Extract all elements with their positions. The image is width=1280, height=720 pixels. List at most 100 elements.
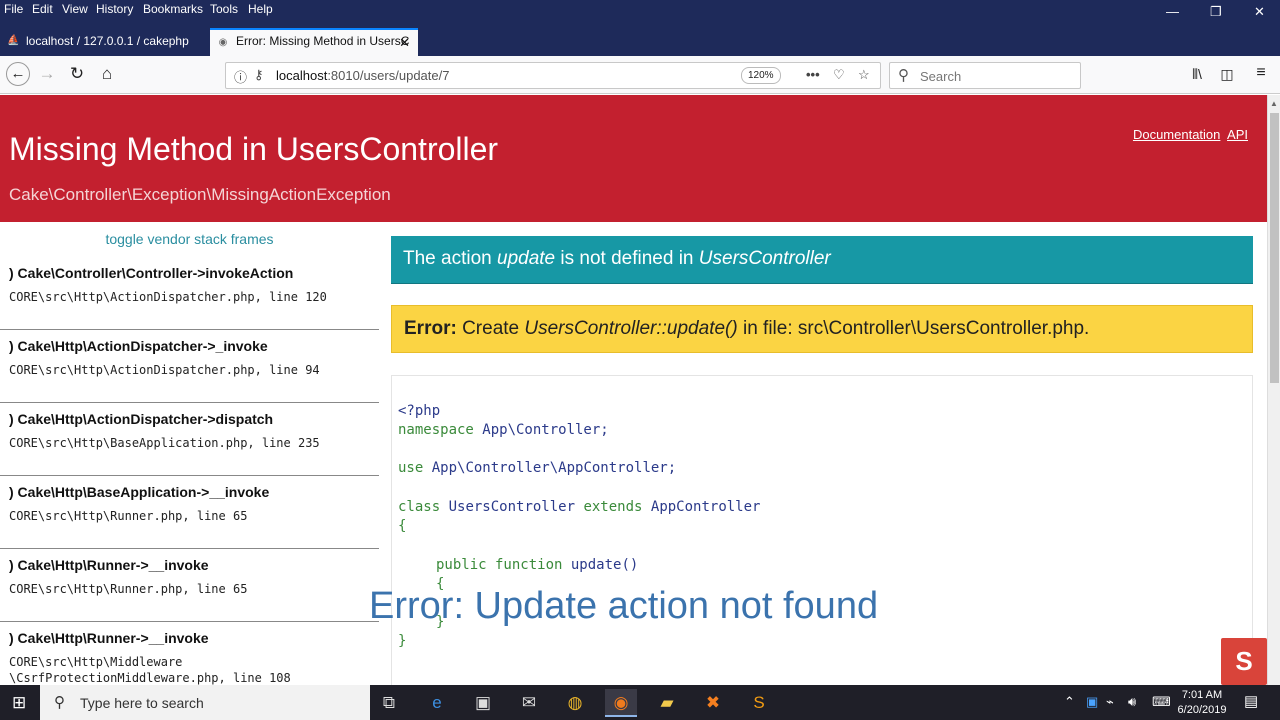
url-text[interactable]: localhost:8010/users/update/7 bbox=[276, 68, 449, 83]
sublime-text-icon[interactable]: S bbox=[743, 689, 775, 717]
firefox-icon[interactable]: ◉ bbox=[605, 689, 637, 717]
frame-file: CORE\src\Http\BaseApplication.php, line … bbox=[9, 436, 320, 450]
search-icon: ⚲ bbox=[898, 67, 909, 84]
volume-icon[interactable]: 🔊︎ bbox=[1128, 694, 1136, 710]
frame-function: ) Cake\Http\BaseApplication->__invoke bbox=[9, 484, 270, 500]
url-bar[interactable]: ⓘ ⚷ localhost:8010/users/update/7 120% •… bbox=[225, 62, 881, 89]
taskbar-search[interactable]: ⚲ Type here to search bbox=[40, 685, 370, 720]
windows-start-icon[interactable]: ⊞ bbox=[12, 693, 26, 713]
frame-file: CORE\src\Http\ActionDispatcher.php, line… bbox=[9, 290, 327, 304]
forward-arrow-icon[interactable]: → bbox=[36, 64, 58, 84]
action-name: update bbox=[497, 248, 556, 269]
frame-function: ) Cake\Http\Runner->__invoke bbox=[9, 557, 209, 573]
notifications-icon[interactable]: ▤ bbox=[1244, 692, 1258, 710]
tab-close-icon[interactable]: ✕ bbox=[399, 35, 410, 51]
xampp-icon[interactable]: ✖ bbox=[697, 689, 729, 717]
clock[interactable]: 7:01 AM 6/20/2019 bbox=[1172, 688, 1232, 718]
scrollbar-thumb[interactable] bbox=[1270, 113, 1279, 383]
documentation-link[interactable]: Documentation bbox=[1133, 127, 1220, 142]
navigation-toolbar: ← → ↻ ⌂ ⓘ ⚷ localhost:8010/users/update/… bbox=[0, 56, 1280, 94]
clock-date: 6/20/2019 bbox=[1177, 704, 1227, 716]
sidebar-icon[interactable]: ◫ bbox=[1216, 66, 1238, 83]
stack-frame[interactable]: ) Cake\Http\Runner->__invoke CORE\src\Ht… bbox=[0, 549, 379, 622]
search-box[interactable]: ⚲ Search bbox=[889, 62, 1081, 89]
reload-icon[interactable]: ↻ bbox=[66, 64, 88, 84]
store-icon[interactable]: ▣ bbox=[467, 689, 499, 717]
task-view-icon[interactable]: ⧉ bbox=[373, 689, 405, 717]
file-explorer-icon[interactable]: ▰ bbox=[651, 689, 683, 717]
error-label: Error: bbox=[404, 318, 457, 339]
zoom-level-badge[interactable]: 120% bbox=[741, 67, 781, 84]
phpmyadmin-icon: ⛵ bbox=[7, 35, 20, 46]
frame-file: CORE\src\Http\Runner.php, line 65 bbox=[9, 509, 248, 523]
windows-taskbar: ⊞ ⚲ Type here to search ⧉ e ▣ ✉ ◍ ◉ ▰ ✖ … bbox=[0, 685, 1280, 720]
keyboard-icon[interactable]: ⌨ bbox=[1152, 694, 1171, 710]
clock-time: 7:01 AM bbox=[1181, 689, 1223, 701]
video-caption: Error: Update action not found bbox=[369, 585, 879, 627]
error-hint-message: Error: Create UsersController::update() … bbox=[391, 305, 1253, 353]
error-header: Missing Method in UsersController Cake\C… bbox=[0, 95, 1267, 222]
menu-bar: File Edit View History Bookmarks Tools H… bbox=[0, 0, 1280, 26]
code-line: namespace App\Controller; bbox=[398, 422, 609, 438]
taskbar-search-placeholder: Type here to search bbox=[80, 695, 204, 711]
home-icon[interactable]: ⌂ bbox=[96, 64, 118, 84]
close-window-button[interactable]: ✕ bbox=[1254, 4, 1265, 20]
stack-frame[interactable]: ) Cake\Http\ActionDispatcher->_invoke CO… bbox=[0, 330, 379, 403]
chrome-icon[interactable]: ◍ bbox=[559, 689, 591, 717]
hamburger-menu-icon[interactable]: ≡ bbox=[1250, 64, 1272, 82]
stack-frame[interactable]: ) Cake\Controller\Controller->invokeActi… bbox=[0, 257, 379, 330]
search-placeholder: Search bbox=[920, 69, 962, 84]
toggle-vendor-frames-link[interactable]: toggle vendor stack frames bbox=[0, 231, 379, 247]
stack-frame[interactable]: ) Cake\Http\Runner->__invoke CORE\src\Ht… bbox=[0, 622, 379, 685]
frame-function: ) Cake\Controller\Controller->invokeActi… bbox=[9, 265, 294, 281]
code-line: { bbox=[398, 518, 407, 534]
page-title: Missing Method in UsersController bbox=[9, 131, 499, 167]
page-scrollbar[interactable]: ▲ bbox=[1267, 95, 1280, 685]
edge-icon[interactable]: e bbox=[421, 689, 453, 717]
menu-view[interactable]: View bbox=[62, 2, 88, 16]
frame-function: ) Cake\Http\Runner->__invoke bbox=[9, 630, 209, 646]
tray-app-icon[interactable]: ▣ bbox=[1086, 694, 1098, 710]
tab-error-page[interactable]: ◉ Error: Missing Method in UsersC ✕ bbox=[210, 28, 418, 56]
page-icon: ◉ bbox=[218, 37, 228, 48]
info-icon[interactable]: ⓘ bbox=[234, 67, 247, 86]
bookmark-star-icon[interactable]: ☆ bbox=[858, 67, 870, 83]
frame-file: CORE\src\Http\Runner.php, line 65 bbox=[9, 582, 248, 596]
search-icon: ⚲ bbox=[54, 694, 65, 711]
scroll-up-icon[interactable]: ▲ bbox=[1270, 99, 1278, 108]
header-links: Documentation API bbox=[1130, 127, 1248, 142]
back-arrow-icon[interactable]: ← bbox=[6, 62, 30, 86]
page-actions-icon[interactable]: ••• bbox=[806, 67, 820, 82]
menu-help[interactable]: Help bbox=[248, 2, 273, 16]
tab-bar: ⛵ localhost / 127.0.0.1 / cakephp ◉ Erro… bbox=[0, 26, 1280, 76]
pocket-icon[interactable]: ♡ bbox=[833, 67, 845, 83]
code-line: public function update() bbox=[436, 557, 639, 573]
library-icon[interactable]: ⫴\ bbox=[1186, 66, 1208, 83]
code-sample: <?php namespace App\Controller; use App\… bbox=[391, 375, 1253, 685]
tab-phpmyadmin[interactable]: ⛵ localhost / 127.0.0.1 / cakephp bbox=[0, 28, 208, 56]
stack-frame[interactable]: ) Cake\Http\ActionDispatcher->dispatch C… bbox=[0, 403, 379, 476]
key-icon: ⚷ bbox=[254, 67, 264, 82]
code-line: } bbox=[398, 633, 407, 649]
api-link[interactable]: API bbox=[1227, 127, 1248, 142]
menu-bookmarks[interactable]: Bookmarks bbox=[143, 2, 203, 16]
tray-expand-icon[interactable]: ⌃ bbox=[1064, 694, 1075, 710]
menu-history[interactable]: History bbox=[96, 2, 133, 16]
code-line: class UsersController extends AppControl… bbox=[398, 499, 761, 515]
controller-name: UsersController bbox=[698, 248, 831, 269]
code-line: use App\Controller\AppController; bbox=[398, 460, 677, 476]
tab-title: localhost / 127.0.0.1 / cakephp bbox=[26, 34, 189, 48]
minimize-button[interactable]: — bbox=[1166, 4, 1179, 19]
mail-icon[interactable]: ✉ bbox=[513, 689, 545, 717]
menu-file[interactable]: File bbox=[4, 2, 23, 16]
frame-function: ) Cake\Http\ActionDispatcher->dispatch bbox=[9, 411, 274, 427]
frame-function: ) Cake\Http\ActionDispatcher->_invoke bbox=[9, 338, 268, 354]
menu-edit[interactable]: Edit bbox=[32, 2, 53, 16]
action-not-defined-message: The action update is not defined in User… bbox=[391, 236, 1253, 284]
restore-button[interactable]: ❐ bbox=[1210, 4, 1222, 20]
menu-tools[interactable]: Tools bbox=[210, 2, 238, 16]
channel-logo-icon: S bbox=[1221, 638, 1267, 685]
page-viewport: Missing Method in UsersController Cake\C… bbox=[0, 95, 1267, 685]
stack-frame[interactable]: ) Cake\Http\BaseApplication->__invoke CO… bbox=[0, 476, 379, 549]
network-icon[interactable]: ⌁ bbox=[1106, 694, 1114, 710]
